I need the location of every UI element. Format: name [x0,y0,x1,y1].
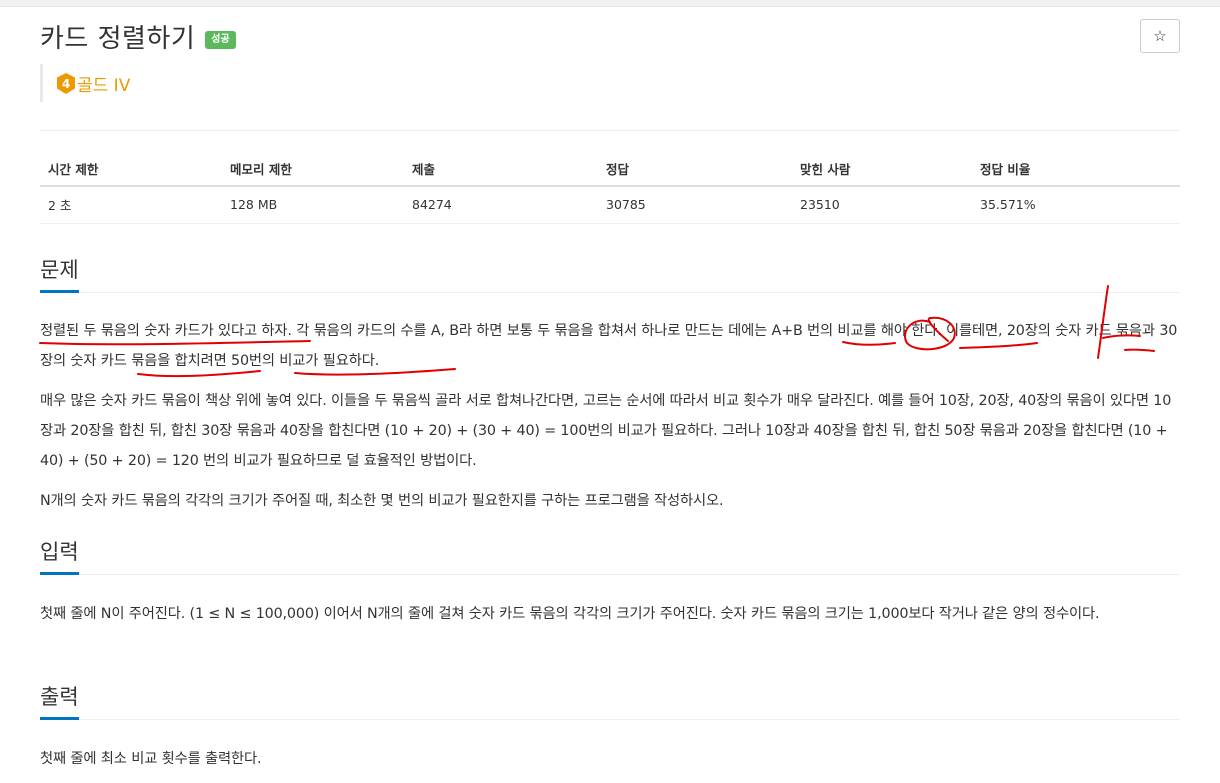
submissions-value: 84274 [404,186,598,224]
status-badge: 성공 [205,30,236,49]
problem-info-table: 시간 제한 메모리 제한 제출 정답 맞힌 사람 정답 비율 2 초 128 M… [40,152,1180,224]
top-bar [0,0,1220,7]
table-header-row: 시간 제한 메모리 제한 제출 정답 맞힌 사람 정답 비율 [40,152,1180,187]
solved-users-value: 23510 [792,186,972,224]
header-time-limit: 시간 제한 [40,152,222,187]
problem-paragraph-2: 매우 많은 숫자 카드 묶음이 책상 위에 놓여 있다. 이들을 두 묶음씩 골… [40,393,1172,469]
accept-rate-value: 35.571% [972,186,1180,224]
input-description: 첫째 줄에 N이 주어진다. (1 ≤ N ≤ 100,000) 이어서 N개의… [40,599,1180,629]
problem-description: 정렬된 두 묶음의 숫자 카드가 있다고 하자. 각 묶음의 카드의 수를 A,… [40,316,1180,516]
input-section: 입력 [40,536,1180,575]
problem-paragraph-3: N개의 숫자 카드 묶음의 각각의 크기가 주어질 때, 최소한 몇 번의 비교… [40,493,724,509]
problem-heading: 문제 [40,254,1180,293]
output-heading-text: 출력 [40,681,79,720]
problem-paragraph-1: 정렬된 두 묶음의 숫자 카드가 있다고 하자. 각 묶음의 카드의 수를 A,… [40,323,1178,369]
gold-tier-icon: 4 [57,72,75,94]
memory-limit-value: 128 MB [222,186,404,224]
divider [40,130,1180,131]
header-memory-limit: 메모리 제한 [222,152,404,187]
problem-header: 카드 정렬하기 성공 [40,18,236,55]
tier-label[interactable]: 골드 IV [77,71,130,96]
output-description: 첫째 줄에 최소 비교 횟수를 출력한다. [40,744,1180,774]
star-icon: ☆ [1153,28,1167,45]
header-accepted[interactable]: 정답 [598,152,792,187]
tier-info: 4 골드 IV [40,64,130,102]
output-paragraph: 첫째 줄에 최소 비교 횟수를 출력한다. [40,751,262,767]
table-row: 2 초 128 MB 84274 30785 23510 35.571% [40,186,1180,224]
favorite-button[interactable]: ☆ [1140,19,1180,53]
input-heading: 입력 [40,536,1180,575]
input-heading-text: 입력 [40,536,79,575]
tier-number: 4 [62,77,70,91]
header-accept-rate: 정답 비율 [972,152,1180,187]
time-limit-value: 2 초 [40,186,222,224]
problem-heading-text: 문제 [40,254,79,293]
header-solved-users[interactable]: 맞힌 사람 [792,152,972,187]
accepted-value: 30785 [598,186,792,224]
input-paragraph: 첫째 줄에 N이 주어진다. (1 ≤ N ≤ 100,000) 이어서 N개의… [40,606,1100,622]
problem-title: 카드 정렬하기 [40,24,196,54]
problem-section: 문제 [40,254,1180,293]
output-heading: 출력 [40,681,1180,720]
header-submissions[interactable]: 제출 [404,152,598,187]
output-section: 출력 [40,681,1180,720]
